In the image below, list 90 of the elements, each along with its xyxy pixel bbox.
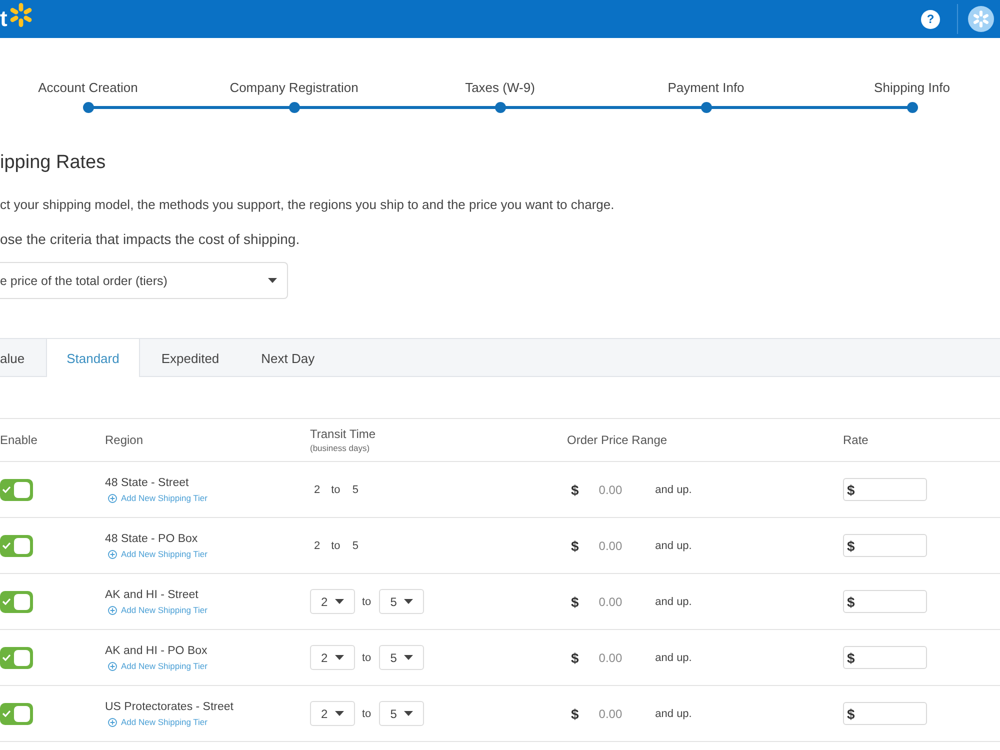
plus-circle-icon: [108, 718, 117, 726]
shipping-method-tab[interactable]: Standard: [46, 339, 140, 377]
rate-input[interactable]: $: [843, 646, 927, 669]
currency-symbol: $: [571, 650, 579, 666]
column-header: Enable: [0, 432, 38, 448]
rate-input[interactable]: $: [843, 702, 927, 725]
region-name: 48 State - Street: [105, 476, 189, 490]
step-label: Payment Info: [668, 79, 744, 97]
spark-logo-icon: [8, 2, 34, 28]
enable-toggle[interactable]: [0, 702, 33, 724]
price-suffix: and up.: [655, 652, 692, 664]
transit-max-days: 5: [352, 540, 358, 552]
enable-toggle[interactable]: [0, 478, 33, 500]
enable-toggle[interactable]: [0, 534, 33, 556]
step-dot-icon: [288, 102, 300, 113]
min-days-select[interactable]: 2: [310, 589, 355, 614]
spark-avatar-icon[interactable]: [968, 6, 994, 32]
min-price: 0.00: [598, 594, 622, 608]
column-header: Transit Time: [310, 426, 376, 442]
step-label: Company Registration: [230, 79, 358, 97]
min-price: 0.00: [598, 650, 622, 664]
min-price: 0.00: [598, 482, 622, 496]
check-icon: [2, 486, 11, 492]
plus-circle-icon: [108, 606, 117, 614]
to-label: to: [331, 540, 340, 552]
enable-toggle[interactable]: [0, 646, 33, 668]
shipping-method-tab[interactable]: Next Day: [240, 339, 336, 377]
criteria-prompt: ose the criteria that impacts the cost of shipping.: [0, 230, 300, 249]
rate-input[interactable]: $: [843, 478, 927, 501]
shipping-method-tab[interactable]: Expedited: [140, 339, 240, 377]
caret-icon: [404, 599, 413, 604]
plus-circle-icon: [108, 550, 117, 558]
max-days-select[interactable]: 5: [379, 645, 424, 670]
help-button[interactable]: ?: [921, 10, 940, 28]
caret-icon: [404, 655, 413, 660]
price-suffix: and up.: [655, 596, 692, 608]
currency-symbol: $: [571, 706, 579, 722]
check-icon: [2, 654, 11, 660]
caret-icon: [268, 278, 277, 283]
step-label: Shipping Info: [874, 79, 950, 97]
to-label: to: [362, 708, 372, 720]
step-dot-icon: [906, 102, 918, 113]
transit-min-days: 2: [314, 484, 320, 496]
column-subheader: (business days): [310, 442, 370, 454]
logo-text: t: [0, 8, 8, 30]
caret-icon: [334, 599, 344, 604]
step-dot-icon: [494, 102, 506, 113]
page-description: ct your shipping model, the methods you support, the regions you ship to and the price you want to charge.: [0, 196, 614, 214]
page-title: ipping Rates: [0, 151, 106, 175]
region-name: US Protectorates - Street: [105, 700, 234, 714]
plus-circle-icon: [108, 662, 117, 670]
column-header: Order Price Range: [567, 432, 668, 448]
check-icon: [2, 710, 11, 716]
caret-icon: [404, 711, 413, 716]
to-label: to: [331, 484, 340, 496]
step-label: Taxes (W-9): [465, 79, 535, 97]
region-name: 48 State - PO Box: [105, 532, 198, 546]
min-price: 0.00: [598, 706, 622, 720]
price-suffix: and up.: [655, 484, 692, 496]
step-label: Account Creation: [38, 79, 138, 97]
min-days-select[interactable]: 2: [310, 645, 355, 670]
rate-input[interactable]: $: [843, 534, 927, 557]
currency-symbol: $: [571, 482, 579, 498]
to-label: to: [362, 596, 372, 608]
currency-symbol: $: [571, 594, 579, 610]
shipping-method-tab[interactable]: alue: [0, 339, 46, 377]
column-header: Region: [105, 432, 144, 448]
price-suffix: and up.: [655, 708, 692, 720]
min-days-select[interactable]: 2: [310, 701, 355, 726]
region-name: AK and HI - PO Box: [105, 644, 208, 658]
criteria-select[interactable]: e price of the total order (tiers): [0, 262, 288, 299]
max-days-select[interactable]: 5: [379, 589, 424, 614]
region-name: AK and HI - Street: [105, 588, 198, 602]
plus-circle-icon: [108, 494, 117, 502]
column-header: Rate: [843, 432, 868, 448]
step-dot-icon: [700, 102, 712, 113]
rate-input[interactable]: $: [843, 590, 927, 613]
currency-symbol: $: [571, 538, 579, 554]
max-days-select[interactable]: 5: [379, 701, 424, 726]
min-price: 0.00: [598, 538, 622, 552]
to-label: to: [362, 652, 372, 664]
caret-icon: [334, 655, 344, 660]
check-icon: [2, 542, 11, 548]
price-suffix: and up.: [655, 540, 692, 552]
step-dot-icon: [82, 102, 94, 113]
transit-max-days: 5: [352, 484, 358, 496]
caret-icon: [334, 711, 344, 716]
enable-toggle[interactable]: [0, 590, 33, 612]
check-icon: [2, 598, 11, 604]
transit-min-days: 2: [314, 540, 320, 552]
